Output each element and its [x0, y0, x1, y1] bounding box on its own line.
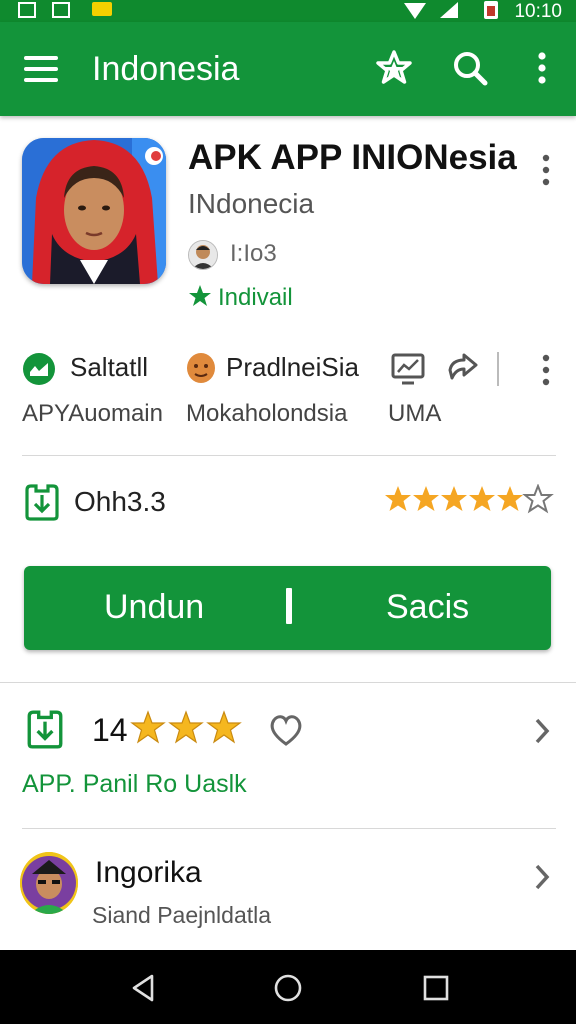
screen-icon: [391, 353, 425, 385]
app-bar: Indonesia: [0, 22, 576, 116]
install-button-left-label[interactable]: Undun: [104, 588, 204, 627]
info-sub-2: Mokaholondsia: [186, 400, 348, 427]
info-sub-3: UMA: [388, 400, 442, 427]
divider: [22, 828, 556, 829]
share-icon[interactable]: [446, 352, 480, 386]
star-badge-icon[interactable]: [374, 48, 414, 88]
search-icon[interactable]: [450, 48, 490, 88]
divider: [0, 682, 576, 683]
info-label-2: PradlneiSia: [226, 352, 359, 382]
install-button[interactable]: Undun Sacis: [24, 566, 551, 650]
check-badge-icon: [23, 353, 55, 385]
status-bar: 10:10: [0, 0, 576, 22]
menu-icon[interactable]: [24, 56, 58, 82]
install-button-right-label[interactable]: Sacis: [386, 588, 469, 627]
user-name[interactable]: Ingorika: [95, 856, 202, 890]
more-vert-icon[interactable]: [522, 48, 562, 88]
app-icon-image: [22, 138, 166, 284]
review-count: 14: [92, 712, 128, 748]
review-sub[interactable]: APP. Panil Ro Uaslk: [22, 770, 247, 799]
navigation-bar: [0, 950, 576, 1024]
recents-icon[interactable]: [420, 972, 452, 1004]
signal-icon: [440, 2, 458, 18]
developer-count: I:Io3: [230, 240, 277, 267]
download-icon: [25, 484, 59, 521]
status-time: 10:10: [514, 1, 562, 22]
download-icon: [27, 710, 63, 749]
app-name: APK APP INIONesia: [188, 138, 517, 177]
more-vert-icon[interactable]: [534, 352, 558, 388]
download-count: Ohh3.3: [74, 486, 166, 517]
rating-stars: [385, 484, 554, 514]
star-icon: [189, 285, 211, 306]
user-avatar: [20, 852, 78, 914]
badge-label: Indivail: [218, 284, 293, 311]
developer-name[interactable]: INdonecia: [188, 188, 314, 220]
image-icon: [52, 2, 70, 18]
battery-icon: [484, 1, 498, 19]
wifi-icon: [404, 3, 426, 19]
notification-icon: [92, 2, 112, 16]
review-stars: [130, 710, 242, 744]
chevron-right-icon[interactable]: [532, 716, 552, 746]
divider: [22, 455, 556, 456]
app-bar-title: Indonesia: [92, 50, 240, 88]
home-icon[interactable]: [272, 972, 304, 1004]
back-icon[interactable]: [128, 972, 160, 1004]
info-label-1: Saltatll: [70, 352, 149, 382]
face-icon: [187, 353, 215, 383]
screenshot-icon: [18, 2, 36, 18]
heart-icon[interactable]: [268, 712, 304, 748]
divider-vertical: [497, 352, 499, 386]
developer-avatar: [188, 240, 218, 270]
info-sub-1: APYAuomain: [22, 400, 163, 427]
more-vert-icon[interactable]: [534, 152, 558, 188]
user-sub: Siand Paejnldatla: [92, 902, 272, 928]
button-separator: [286, 588, 292, 624]
chevron-right-icon[interactable]: [532, 862, 552, 892]
